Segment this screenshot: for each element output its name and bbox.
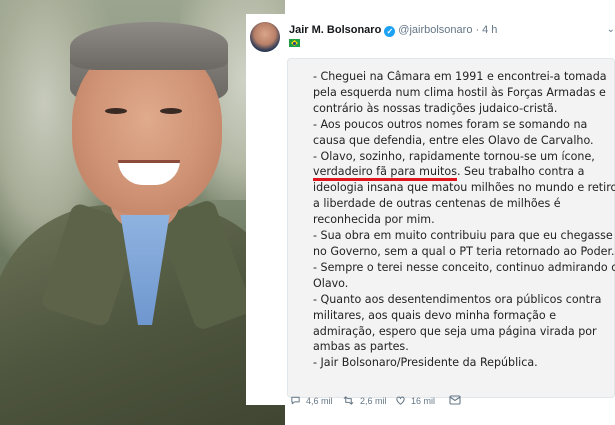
flag-globe bbox=[293, 41, 296, 45]
separator-dot: · bbox=[475, 24, 480, 36]
tweet-actions: 4,6 mil 2,6 mil 16 mil bbox=[287, 395, 615, 409]
text-line: causa que defendia, entre eles Olavo de … bbox=[313, 133, 594, 147]
like-button[interactable]: 16 mil bbox=[395, 395, 435, 406]
retweet-icon bbox=[343, 396, 354, 405]
text-line: - Sua obra em muito contribuiu para que … bbox=[313, 229, 613, 243]
text-line: . Seu trabalho contra a bbox=[456, 165, 585, 179]
like-count: 16 mil bbox=[411, 395, 436, 406]
tweet-card: Jair M. Bolsonaro ✓ @jairbolsonaro · 4 h ⌄ -… bbox=[246, 14, 615, 406]
text-line: - Jair Bolsonaro/Presidente da República… bbox=[313, 356, 538, 370]
tweet-header: Jair M. Bolsonaro ✓ @jairbolsonaro · 4 h bbox=[289, 24, 497, 37]
direct-message-button[interactable] bbox=[449, 395, 466, 405]
brazil-flag-icon bbox=[289, 39, 300, 47]
heart-icon bbox=[396, 396, 405, 405]
reply-button[interactable]: 4,6 mil bbox=[290, 395, 333, 406]
photo-eye-left bbox=[105, 108, 127, 114]
retweet-count: 2,6 mil bbox=[360, 395, 387, 406]
text-line: ideologia insana que matou milhões no mu… bbox=[313, 181, 615, 195]
tweet-image[interactable]: - Cheguei na Câmara em 1991 e encontrei-… bbox=[287, 58, 615, 398]
text-line: pela esquerda num clima hostil às Forças… bbox=[313, 85, 606, 99]
retweet-button[interactable]: 2,6 mil bbox=[342, 395, 387, 406]
chevron-down-icon[interactable]: ⌄ bbox=[607, 24, 615, 35]
avatar[interactable] bbox=[250, 22, 280, 52]
photo-hair-top bbox=[70, 22, 228, 70]
photo-eye-right bbox=[160, 108, 182, 114]
text-line: - Cheguei na Câmara em 1991 e encontrei-… bbox=[313, 70, 607, 83]
envelope-icon bbox=[449, 395, 461, 405]
text-line: no Governo, sem a qual o PT teria retorn… bbox=[313, 244, 615, 258]
tweet-timestamp[interactable]: 4 h bbox=[482, 24, 497, 36]
text-line: reconhecida por mim. bbox=[313, 213, 435, 227]
text-line: Olavo. bbox=[313, 276, 349, 290]
text-line: ambas as partes. bbox=[313, 340, 409, 354]
text-line: - Quanto aos desentendimentos ora públic… bbox=[313, 292, 602, 306]
author-name[interactable]: Jair M. Bolsonaro bbox=[289, 24, 381, 36]
portrait-photo bbox=[0, 0, 285, 425]
verified-badge-icon: ✓ bbox=[384, 26, 396, 37]
text-line: a liberdade de outras centenas de milhõe… bbox=[313, 197, 561, 211]
underlined-phrase: verdadeiro fã para muitos bbox=[313, 165, 457, 182]
text-line: - Aos poucos outros nomes foram se soman… bbox=[313, 117, 588, 131]
text-line: - Olavo, sozinho, rapidamente tornou-se … bbox=[313, 149, 595, 163]
reply-count: 4,6 mil bbox=[306, 395, 333, 406]
tweet-image-text: - Cheguei na Câmara em 1991 e encontrei-… bbox=[313, 69, 615, 371]
text-line: militares, aos quais devo minha formação… bbox=[313, 308, 557, 322]
author-handle[interactable]: @jairbolsonaro bbox=[398, 24, 472, 36]
text-line: - Sempre o terei nesse conceito, continu… bbox=[313, 260, 615, 274]
text-line: contrário às nossas tradições judaico-cr… bbox=[313, 101, 558, 115]
reply-icon bbox=[291, 396, 300, 405]
text-line: admiração, espero que seja uma página vi… bbox=[313, 324, 597, 338]
